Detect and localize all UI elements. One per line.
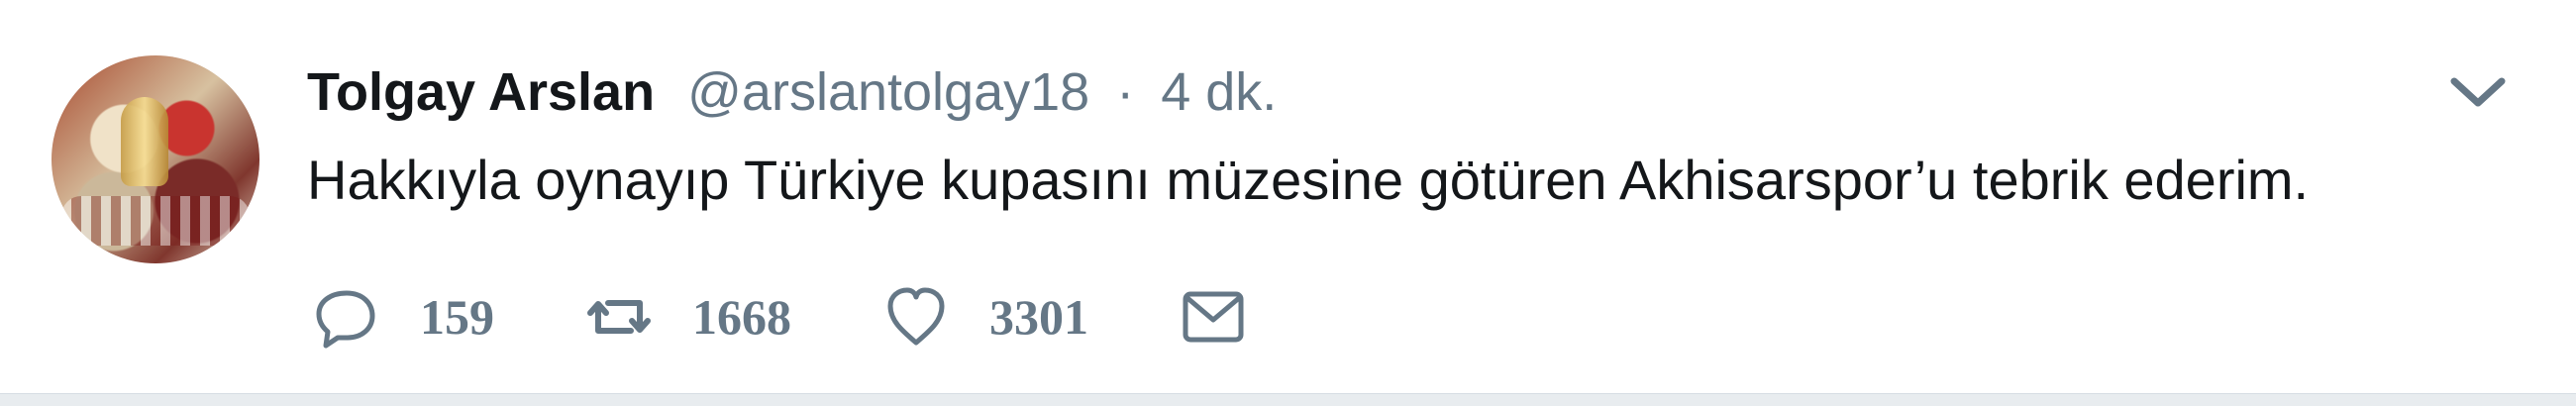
avatar-photo-detail [61,196,250,246]
like-count: 3301 [989,289,1088,345]
retweet-button[interactable]: 1668 [583,281,791,353]
avatar[interactable] [52,55,259,263]
direct-message-button[interactable] [1178,281,1249,353]
author-name[interactable]: Tolgay Arslan [307,62,655,122]
author-handle[interactable]: @arslantolgay18 [687,62,1089,122]
reply-button[interactable]: 159 [311,281,494,353]
retweet-count: 1668 [692,289,791,345]
retweet-icon [587,300,651,334]
header-separator: · [1116,62,1135,122]
like-button[interactable]: 3301 [880,281,1088,353]
tweet-text: Hakkıyla oynayıp Türkiye kupasını müzesi… [307,149,2310,211]
envelope-icon [1183,291,1244,343]
trophy-image [121,97,168,186]
reply-icon [316,290,375,349]
heart-icon [887,287,945,346]
reply-count: 159 [420,289,494,345]
tweet-header: Tolgay Arslan @arslantolgay18 · 4 dk. [307,57,1277,127]
tweet-actions: 159 1668 3301 [311,277,1338,356]
tweet-time[interactable]: 4 dk. [1161,62,1277,122]
tweet-card[interactable]: Tolgay Arslan @arslantolgay18 · 4 dk. Ha… [0,0,2576,394]
chevron-down-icon[interactable] [2446,69,2510,115]
